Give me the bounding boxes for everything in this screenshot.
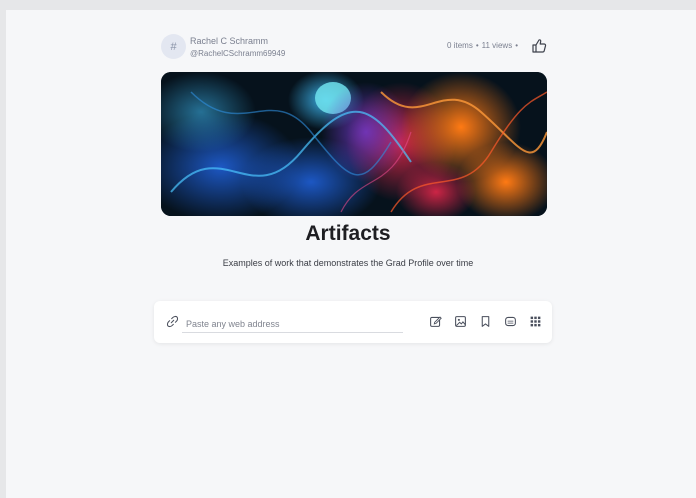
stats-separator: • <box>475 41 479 50</box>
user-name[interactable]: Rachel C Schramm <box>190 36 268 46</box>
board-header: # Rachel C Schramm @RachelCSchramm69949 … <box>161 33 547 63</box>
add-link-card <box>154 301 552 343</box>
page-subtitle: Examples of work that demonstrates the G… <box>222 258 474 268</box>
link-icon <box>166 315 179 328</box>
note-edit-icon[interactable] <box>429 315 442 328</box>
url-input[interactable] <box>182 315 403 333</box>
stats-separator: • <box>515 41 518 50</box>
grid-icon[interactable] <box>529 315 542 328</box>
thumbs-up-icon[interactable] <box>531 38 547 54</box>
banner-image <box>161 72 547 216</box>
bookmark-icon[interactable] <box>479 315 492 328</box>
items-count: 0 items <box>447 41 473 50</box>
board-stats: 0 items • 11 views • <box>447 41 521 50</box>
user-handle: @RachelCSchramm69949 <box>190 49 286 58</box>
views-count: 11 views <box>481 41 513 50</box>
image-icon[interactable] <box>454 315 467 328</box>
page-title: Artifacts <box>305 222 391 245</box>
media-icon[interactable] <box>504 315 517 328</box>
avatar[interactable]: # <box>161 34 186 59</box>
